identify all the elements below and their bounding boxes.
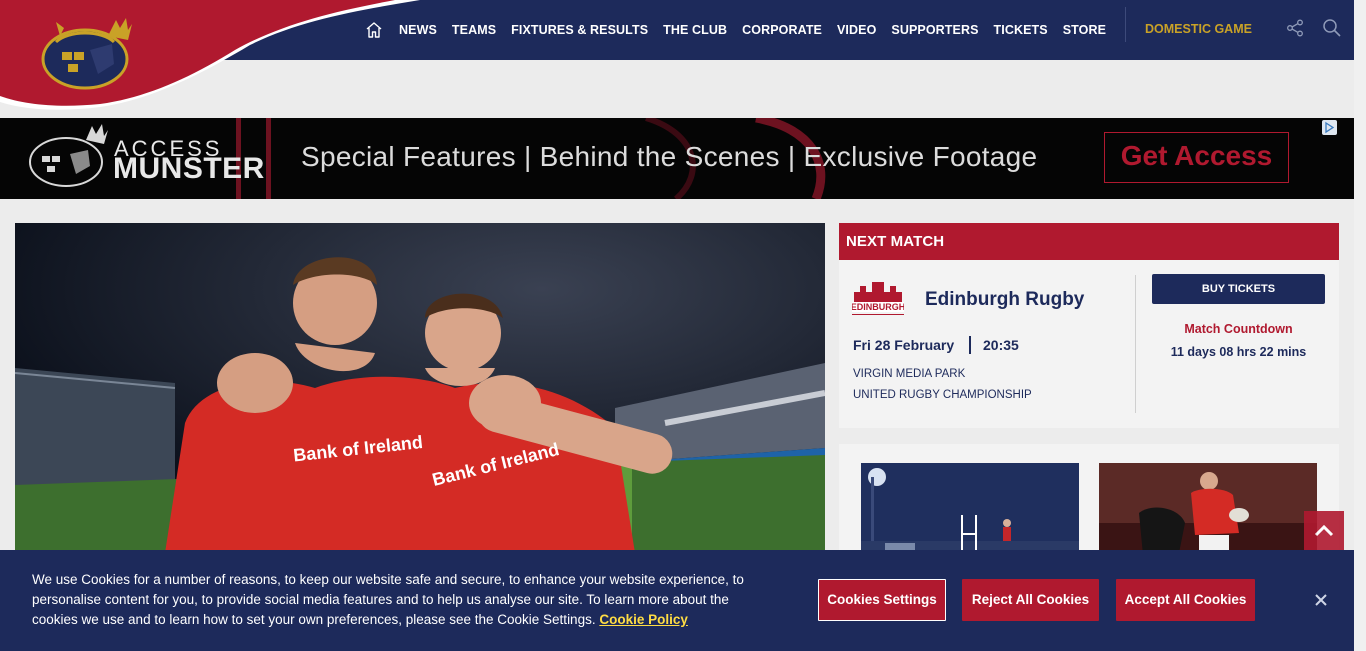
nav-corporate[interactable]: CORPORATE	[742, 23, 822, 37]
cookie-message: We use Cookies for a number of reasons, …	[32, 570, 762, 630]
nav-video[interactable]: VIDEO	[837, 23, 876, 37]
date-time-separator	[969, 336, 971, 354]
share-icon[interactable]	[1286, 19, 1304, 37]
thumbnail-action-image	[1099, 463, 1317, 563]
buy-tickets-button[interactable]: BUY TICKETS	[1152, 274, 1325, 304]
nav-store[interactable]: STORE	[1063, 23, 1106, 37]
page-scrollbar[interactable]	[1354, 0, 1366, 651]
next-match-divider	[1135, 275, 1136, 413]
next-match-card: NEXT MATCH EDINBURGH Edinburgh Rugby Fri…	[839, 223, 1339, 428]
match-competition: UNITED RUGBY CHAMPIONSHIP	[853, 389, 1032, 401]
news-thumbnails	[839, 444, 1339, 564]
opponent-name[interactable]: Edinburgh Rugby	[925, 289, 1084, 311]
reject-all-cookies-button[interactable]: Reject All Cookies	[962, 579, 1099, 621]
search-icon[interactable]	[1322, 18, 1341, 37]
next-match-heading: NEXT MATCH	[839, 223, 1339, 260]
accept-all-cookies-button[interactable]: Accept All Cookies	[1116, 579, 1255, 621]
scroll-to-top-button[interactable]	[1304, 511, 1344, 551]
domestic-game-link[interactable]: DOMESTIC GAME	[1145, 22, 1252, 36]
nav-teams[interactable]: TEAMS	[452, 23, 496, 37]
match-venue: VIRGIN MEDIA PARK	[853, 368, 966, 380]
news-thumbnail[interactable]	[1099, 463, 1317, 563]
nav-the-club[interactable]: THE CLUB	[663, 23, 727, 37]
get-access-button[interactable]: Get Access	[1104, 132, 1289, 183]
nav-fixtures-results[interactable]: FIXTURES & RESULTS	[511, 23, 648, 37]
munster-rugby-logo[interactable]	[38, 14, 134, 90]
main-nav: NEWS TEAMS FIXTURES & RESULTS THE CLUB C…	[364, 0, 1121, 60]
nav-supporters[interactable]: SUPPORTERS	[891, 23, 978, 37]
cookie-policy-link[interactable]: Cookie Policy	[599, 612, 688, 627]
nav-divider	[1125, 7, 1126, 42]
nav-tickets[interactable]: TICKETS	[994, 23, 1048, 37]
ad-munster-crest	[29, 124, 108, 187]
match-date: Fri 28 February	[853, 337, 955, 353]
close-icon[interactable]	[1312, 591, 1330, 609]
hero-photo: Bank of Ireland Bank of Ireland	[15, 223, 825, 553]
cookies-settings-button[interactable]: Cookies Settings	[818, 579, 946, 621]
hero-image[interactable]: Bank of Ireland Bank of Ireland	[15, 223, 825, 553]
edinburgh-crest-icon: EDINBURGH	[852, 282, 904, 315]
countdown-label: Match Countdown	[1184, 322, 1293, 336]
chevron-up-icon	[1314, 524, 1334, 537]
access-munster-banner[interactable]: ACCESS MUNSTER Special Features | Behind…	[0, 118, 1354, 199]
svg-text:EDINBURGH: EDINBURGH	[852, 302, 904, 312]
countdown-value: 11 days 08 hrs 22 mins	[1170, 345, 1307, 359]
adchoices-icon[interactable]	[1322, 120, 1337, 135]
ad-tagline: Special Features | Behind the Scenes | E…	[301, 141, 1038, 172]
news-thumbnail[interactable]	[861, 463, 1079, 563]
thumbnail-stadium-image	[861, 463, 1079, 563]
ad-brand-line2: MUNSTER	[113, 152, 265, 185]
match-time: 20:35	[983, 337, 1019, 353]
cookie-banner: We use Cookies for a number of reasons, …	[0, 550, 1354, 651]
